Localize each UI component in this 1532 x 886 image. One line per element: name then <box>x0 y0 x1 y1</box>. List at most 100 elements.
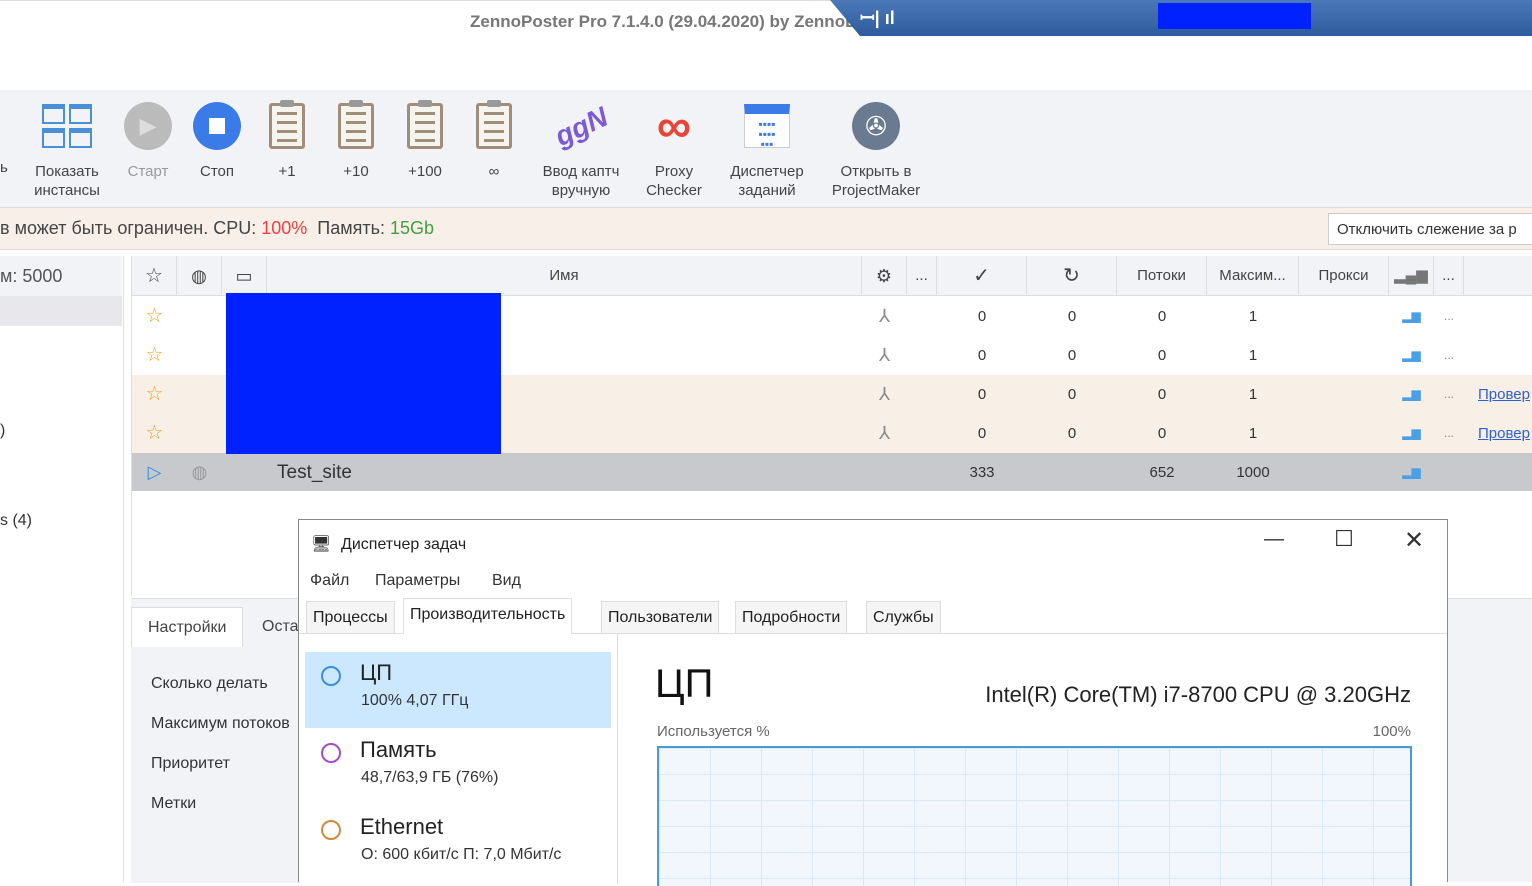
task-manager-icon: 🖥 <box>311 536 332 553</box>
memory-circle-icon <box>321 743 341 763</box>
more-button[interactable]: ... <box>1434 414 1464 453</box>
tab-services[interactable]: Службы <box>866 601 941 633</box>
stats-icon[interactable]: ▂▆ <box>1389 414 1434 453</box>
favorite-star-icon[interactable]: ☆ <box>132 297 177 336</box>
add-10-button[interactable]: +10 <box>333 98 379 181</box>
stats-icon[interactable]: ▂▆ <box>1389 336 1434 375</box>
cpu-usage-graph <box>657 746 1412 886</box>
success-count: 0 <box>977 347 987 364</box>
tab-details[interactable]: Подробности <box>735 601 848 633</box>
label: Открыть в <box>840 163 912 180</box>
tab-processes[interactable]: Процессы <box>306 601 395 633</box>
signal-icon: ꟷ| ıl <box>860 8 895 28</box>
success-count: 0 <box>977 386 987 403</box>
window-column-icon[interactable]: ▭ <box>222 256 267 296</box>
retry-column-icon[interactable]: ↻ <box>1027 256 1117 296</box>
play-icon[interactable]: ▷ <box>132 453 177 492</box>
label: Стоп <box>200 163 234 180</box>
close-button[interactable]: ✕ <box>1394 526 1434 555</box>
more-column[interactable]: ... <box>1434 256 1464 296</box>
settings-column-icon[interactable]: ⚙ <box>862 256 907 296</box>
projectmaker-icon: ✇ <box>826 98 926 154</box>
check-link[interactable]: Провер <box>1478 375 1530 414</box>
more-button[interactable]: ... <box>1434 336 1464 375</box>
check-link[interactable]: Провер <box>1478 414 1530 453</box>
setting-label: Сколько делать <box>151 675 268 692</box>
add-1-button[interactable]: +1 <box>264 98 310 181</box>
proxy-column-header[interactable]: Прокси <box>1299 256 1389 296</box>
max-count: 1 <box>1248 386 1258 403</box>
left-item[interactable]: s (4) <box>0 512 32 530</box>
tab-settings[interactable]: Настройки <box>131 607 244 647</box>
favorite-star-icon[interactable]: ☆ <box>132 336 177 375</box>
favorite-star-icon[interactable]: ☆ <box>132 375 177 414</box>
toolbar: ь Показать инстансы ▶ Старт Стоп +1 +10 +1… <box>0 90 1532 208</box>
globe-column-icon[interactable]: ◍ <box>177 256 222 296</box>
globe-icon: ◍ <box>191 462 208 482</box>
success-column-icon[interactable]: ✓ <box>937 256 1027 296</box>
label: ∞ <box>488 163 500 180</box>
setting-label: Максимум потоков <box>151 715 290 732</box>
star-column-icon[interactable]: ☆ <box>132 256 177 296</box>
cpu-circle-icon <box>321 666 341 686</box>
add-infinite-button[interactable]: ∞ <box>471 98 517 181</box>
stats-column-icon[interactable]: ▂▄▆ <box>1389 256 1434 296</box>
left-item[interactable]: ) <box>0 422 5 440</box>
stats-icon[interactable]: ▂▆ <box>1389 453 1434 492</box>
stats-icon[interactable]: ▂▆ <box>1389 375 1434 414</box>
label: вручную <box>551 182 611 199</box>
max-column-header[interactable]: Максим... <box>1207 256 1299 296</box>
captcha-input-button[interactable]: ggN Ввод каптч вручную <box>534 98 628 200</box>
left-header: м: 5000 <box>0 256 122 296</box>
resource-cpu[interactable]: ЦП 100% 4,07 ГГц <box>305 652 611 728</box>
show-instances-button[interactable]: Показать инстансы <box>28 98 106 200</box>
tab-users[interactable]: Пользователи <box>601 601 720 633</box>
stats-icon[interactable]: ▂▆ <box>1389 297 1434 336</box>
branch-icon: ⅄ <box>879 384 890 404</box>
table-row-selected[interactable]: ▷ ◍ Test_site 333 652 1000 ▂▆ <box>132 453 1532 491</box>
more-button[interactable]: ... <box>1434 375 1464 414</box>
resource-memory[interactable]: Память 48,7/63,9 ГБ (76%) <box>305 729 611 805</box>
more-button[interactable]: ... <box>1434 297 1464 336</box>
ethernet-circle-icon <box>321 820 341 840</box>
resource-value: О: 600 кбит/с П: 7,0 Мбит/с <box>361 846 562 863</box>
open-projectmaker-button[interactable]: ✇ Открыть в ProjectMaker <box>826 98 926 200</box>
retry-count: 0 <box>1067 308 1077 325</box>
resource-ethernet[interactable]: Ethernet О: 600 кбит/с П: 7,0 Мбит/с <box>305 806 611 882</box>
more-column[interactable]: ... <box>907 256 937 296</box>
tab-performance[interactable]: Производительность <box>403 598 573 634</box>
stop-button[interactable]: Стоп <box>190 98 244 181</box>
selected-left-item[interactable] <box>0 296 122 326</box>
name-column-header[interactable]: Имя <box>267 256 862 296</box>
threads-column-header[interactable]: Потоки <box>1117 256 1207 296</box>
disable-monitoring-button[interactable]: Отключить слежение за р <box>1328 213 1532 245</box>
label: инстансы <box>34 182 100 199</box>
minimize-button[interactable]: — <box>1254 528 1294 551</box>
maximize-button[interactable]: ☐ <box>1324 526 1364 552</box>
task-manager-window: 🖥 Диспетчер задач — ☐ ✕ Файл Параметры В… <box>298 519 1448 886</box>
label: +1 <box>278 163 296 180</box>
add-100-button[interactable]: +100 <box>402 98 448 181</box>
menu-options[interactable]: Параметры <box>375 572 460 590</box>
threads-count: 652 <box>1149 464 1175 481</box>
captcha-icon: ggN <box>549 100 613 152</box>
threads-count: 0 <box>1157 386 1167 403</box>
play-icon: ▶ <box>120 98 176 154</box>
detail-title: ЦП <box>655 662 714 706</box>
menu-file[interactable]: Файл <box>310 572 349 590</box>
max-count: 1 <box>1248 308 1258 325</box>
threads-count: 0 <box>1157 347 1167 364</box>
start-button[interactable]: ▶ Старт <box>120 98 176 181</box>
menu-view[interactable]: Вид <box>492 572 521 590</box>
retry-count: 0 <box>1067 386 1077 403</box>
task-scheduler-button[interactable]: ▪▪▪▪ ▪▪▪▪ ▪▪▪ Диспетчер заданий <box>722 98 812 200</box>
infinity-icon: ∞ <box>656 99 692 153</box>
clipboard-icon <box>402 98 448 154</box>
warning-text: в может быть ограничен. CPU: <box>0 218 262 238</box>
usage-label: Используется % <box>657 723 770 740</box>
favorite-star-icon[interactable]: ☆ <box>132 414 177 453</box>
redacted-area <box>1158 3 1311 29</box>
last-column-header[interactable]: Об <box>1464 256 1532 296</box>
proxy-checker-button[interactable]: ∞ Proxy Checker <box>642 98 706 200</box>
resource-value: 100% 4,07 ГГц <box>361 692 469 709</box>
